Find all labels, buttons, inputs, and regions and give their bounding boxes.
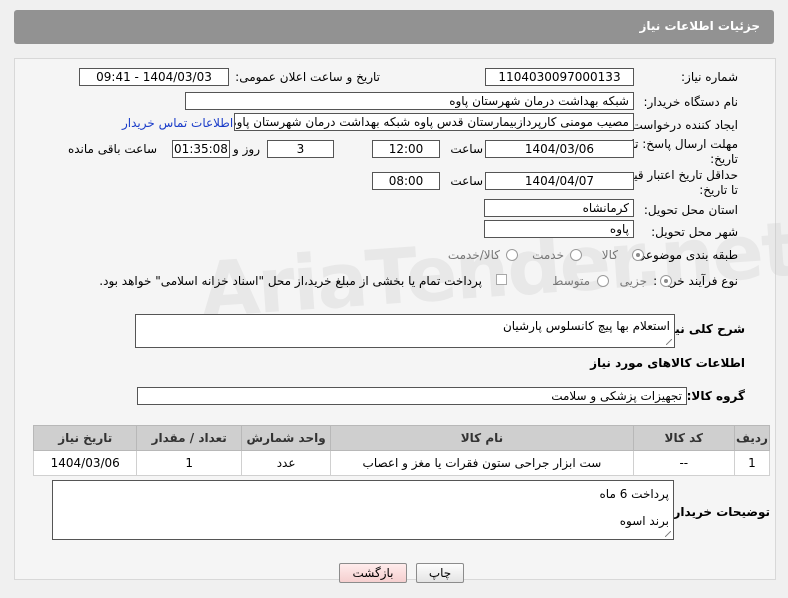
need-number-label: شماره نیاز: [681, 70, 738, 84]
category-option-service: خدمت [532, 248, 564, 262]
description-textarea[interactable]: استعلام بها پیچ کانسلوس پارشیان [135, 314, 675, 348]
buyer-notes-textarea[interactable]: پرداخت 6 ماه برند اسوه [52, 480, 674, 540]
reply-deadline-label: مهلت ارسال پاسخ: تا [631, 137, 738, 151]
reply-date-field[interactable]: 1404/03/06 [485, 140, 634, 158]
buyer-org-label: نام دستگاه خریدار: [643, 95, 739, 109]
buyer-notes-line-1: پرداخت 6 ماه [599, 487, 669, 501]
remaining-time-label: ساعت باقی مانده [67, 142, 157, 156]
col-quantity: تعداد / مقدار [136, 425, 242, 451]
cell-need-date: 1404/03/06 [32, 450, 138, 476]
category-radio-goods-service[interactable] [506, 249, 518, 261]
col-row: ردیف [733, 425, 771, 451]
province-field: کرمانشاه [484, 199, 634, 217]
price-time-field[interactable]: 08:00 [372, 172, 440, 190]
page-header: جزئیات اطلاعات نیاز [14, 10, 774, 44]
cell-code: -- [632, 450, 735, 476]
city-field: پاوه [484, 220, 634, 238]
col-name: نام کالا [330, 425, 634, 451]
goods-group-label: گروه کالا: [686, 389, 745, 403]
cell-unit: عدد [240, 450, 332, 476]
reply-time-label: ساعت [450, 142, 483, 156]
category-label: طبقه بندی موضوعی: [631, 248, 738, 262]
requester-field: مصیب مومنی کارپردازبیمارستان قدس پاوه شب… [234, 113, 634, 131]
price-date-field[interactable]: 1404/04/07 [485, 172, 634, 190]
col-need-date: تاریخ نیاز [32, 425, 138, 451]
resize-grip-icon[interactable] [665, 531, 671, 537]
announce-field: 1404/03/03 - 09:41 [79, 68, 229, 86]
print-button[interactable]: چاپ [416, 563, 464, 583]
treasury-payment-checkbox[interactable] [496, 274, 507, 285]
process-radio-minor[interactable] [660, 275, 672, 287]
buyer-org-field: شبکه بهداشت درمان شهرستان پاوه [185, 92, 634, 110]
price-validity-label-2: تا تاریخ: [699, 183, 738, 197]
process-radio-medium[interactable] [597, 275, 609, 287]
announce-label: تاریخ و ساعت اعلان عمومی: [235, 70, 380, 84]
back-button[interactable]: بازگشت [339, 563, 407, 583]
category-radio-goods[interactable] [632, 249, 644, 261]
need-number-field: 1104030097000133 [485, 68, 634, 86]
col-unit: واحد شمارش [240, 425, 332, 451]
resize-grip-icon[interactable] [666, 339, 672, 345]
buyer-notes-line-2: برند اسوه [619, 514, 669, 528]
buyer-notes-label: توضیحات خریدار: [668, 505, 770, 519]
city-label: شهر محل تحویل: [651, 225, 738, 239]
description-text: استعلام بها پیچ کانسلوس پارشیان [502, 319, 670, 333]
page-title: جزئیات اطلاعات نیاز [639, 19, 760, 33]
goods-group-field: تجهیزات پزشکی و سلامت [137, 387, 687, 405]
goods-section-title: اطلاعات کالاهای مورد نیاز [590, 356, 745, 370]
cell-name: ست ابزار جراحی ستون فقرات یا مغز و اعصاب [330, 450, 634, 476]
items-table: ردیف کد کالا نام کالا واحد شمارش تعداد /… [32, 425, 771, 476]
category-radio-service[interactable] [570, 249, 582, 261]
days-field: 3 [267, 140, 334, 158]
cell-row: 1 [733, 450, 771, 476]
process-option-medium: متوسط [552, 274, 590, 288]
buyer-contact-link[interactable]: اطلاعات تماس خریدار [122, 116, 233, 130]
cell-quantity: 1 [136, 450, 242, 476]
price-time-label: ساعت [450, 174, 483, 188]
category-option-goods: کالا [601, 248, 618, 262]
col-code: کد کالا [632, 425, 735, 451]
province-label: استان محل تحویل: [643, 203, 738, 217]
table-row[interactable]: 1 -- ست ابزار جراحی ستون فقرات یا مغز و … [32, 450, 771, 476]
days-label: روز و [233, 142, 260, 156]
treasury-payment-note: پرداخت تمام یا بخشی از مبلغ خرید،از محل … [99, 274, 482, 288]
items-table-header: ردیف کد کالا نام کالا واحد شمارش تعداد /… [32, 425, 771, 451]
reply-time-field[interactable]: 12:00 [372, 140, 440, 158]
remaining-time-field: 01:35:08 [172, 140, 230, 158]
category-option-goods-service: کالا/خدمت [447, 248, 500, 262]
process-option-minor: جزیی [619, 274, 647, 288]
reply-deadline-label-2: تاریخ: [710, 152, 738, 166]
requester-label: ایجاد کننده درخواست: [627, 118, 738, 132]
